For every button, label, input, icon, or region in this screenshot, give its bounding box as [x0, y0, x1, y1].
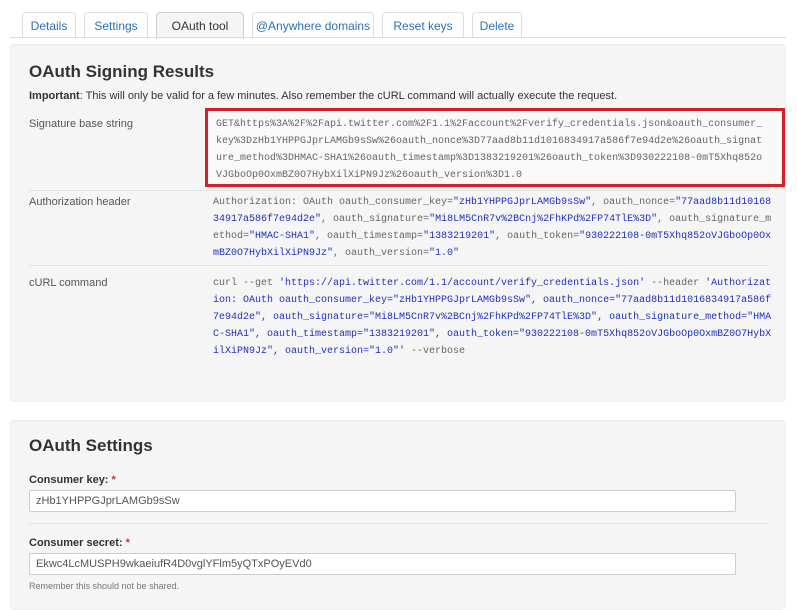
important-label: Important [29, 90, 80, 102]
row-divider [29, 265, 769, 266]
tab-settings[interactable]: Settings [84, 12, 148, 38]
consumer-secret-help: Remember this should not be shared. [29, 581, 180, 591]
row-divider [29, 190, 769, 191]
consumer-secret-field[interactable]: Ekwc4LcMUSPH9wkaeiufR4D0vglYFlm5yQTxPOyE… [29, 553, 736, 575]
signature-base-string-label: Signature base string [29, 118, 133, 130]
required-mark: * [111, 474, 116, 486]
important-notice: Important: This will only be valid for a… [29, 90, 617, 102]
tab-reset-keys[interactable]: Reset keys [382, 12, 464, 38]
signature-highlight-box: GET&https%3A%2F%2Fapi.twitter.com%2F1.1%… [205, 108, 785, 187]
signature-base-string-value: GET&https%3A%2F%2Fapi.twitter.com%2F1.1%… [216, 119, 763, 181]
authorization-header-value: Authorization: OAuth oauth_consumer_key=… [213, 197, 772, 259]
tab-divider [10, 37, 786, 38]
tab-delete[interactable]: Delete [472, 12, 522, 38]
important-text: : This will only be valid for a few minu… [79, 90, 618, 102]
required-mark: * [125, 537, 130, 549]
oauth-settings-panel: OAuth Settings Consumer key: * zHb1YHPPG… [10, 420, 786, 610]
curl-command-label: cURL command [29, 277, 108, 289]
results-title: OAuth Signing Results [29, 62, 215, 81]
curl-command-value: curl --get 'https://api.twitter.com/1.1/… [213, 278, 772, 357]
consumer-key-label: Consumer key: * [29, 474, 116, 486]
consumer-secret-label: Consumer secret: * [29, 537, 130, 549]
consumer-key-field[interactable]: zHb1YHPPGJprLAMGb9sSw [29, 490, 736, 512]
tab-bar: Details Settings OAuth tool @Anywhere do… [10, 8, 786, 39]
tab-details[interactable]: Details [22, 12, 76, 38]
consumer-secret-label-text: Consumer secret: [29, 537, 123, 549]
settings-title: OAuth Settings [29, 436, 153, 455]
authorization-header-label: Authorization header [29, 196, 131, 208]
tab-anywhere-domains[interactable]: @Anywhere domains [252, 12, 374, 38]
oauth-signing-results-panel: OAuth Signing Results Important: This wi… [10, 44, 786, 402]
field-divider [29, 523, 769, 524]
tab-oauth-tool[interactable]: OAuth tool [156, 12, 244, 39]
consumer-key-label-text: Consumer key: [29, 474, 109, 486]
